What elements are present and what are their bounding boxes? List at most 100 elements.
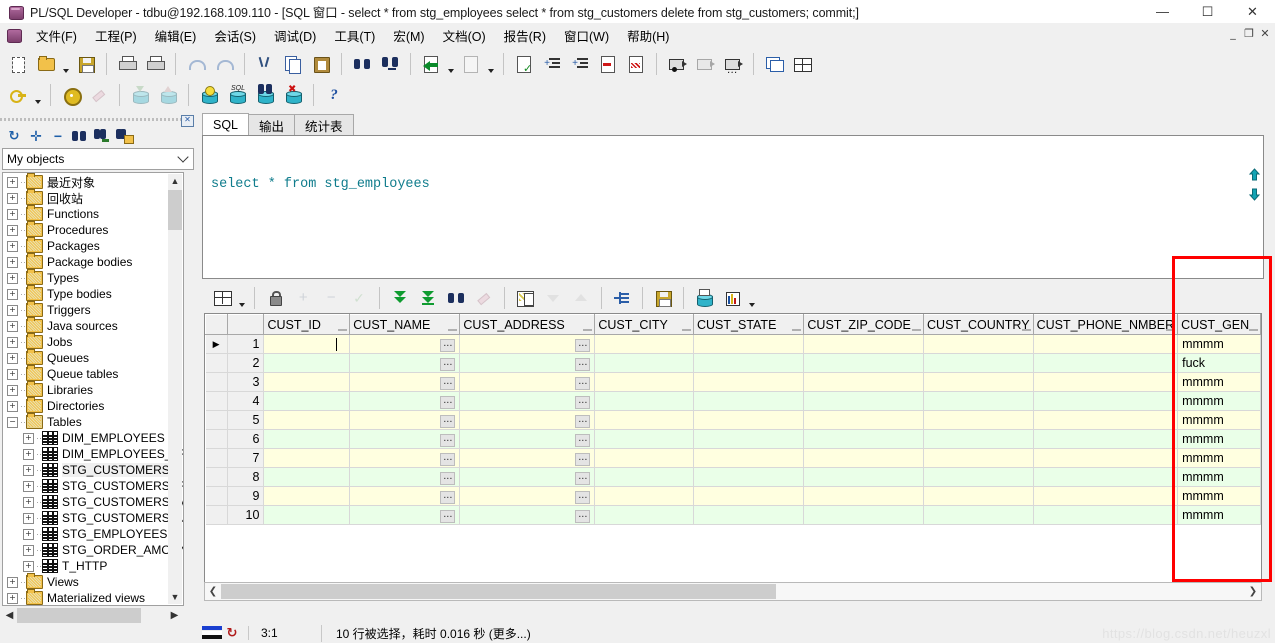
find-in-grid-icon[interactable] — [442, 285, 470, 311]
expand-node-icon[interactable]: + — [7, 256, 18, 268]
cell-cust_zip_code[interactable] — [803, 410, 925, 430]
login-icon[interactable] — [4, 82, 32, 108]
expand-node-icon[interactable]: + — [7, 592, 18, 604]
cell-cust_state[interactable] — [693, 429, 805, 449]
expand-all-icon[interactable]: ✛ — [25, 126, 47, 146]
post-changes-icon[interactable]: ✓ — [345, 285, 373, 311]
tree-vertical-scrollbar[interactable]: ▲ ▼ — [168, 174, 182, 604]
cell-cust_city[interactable] — [594, 486, 694, 506]
fetch-next-page-icon[interactable] — [386, 285, 414, 311]
cell-cust_phone_nmber[interactable] — [1033, 391, 1179, 411]
cell-cust_gen[interactable]: mmmm — [1177, 372, 1261, 392]
cell-cust_city[interactable] — [594, 410, 694, 430]
cell-cust_id[interactable] — [263, 334, 351, 354]
expand-node-icon[interactable]: + — [23, 560, 34, 572]
cell-cust_gen[interactable]: mmmm — [1177, 391, 1261, 411]
cell-cust_zip_code[interactable] — [803, 391, 925, 411]
undo-icon[interactable] — [182, 51, 210, 77]
scroll-right-icon[interactable]: ▶ — [167, 608, 182, 623]
table-row[interactable]: 7...... mmmm — [205, 448, 1261, 468]
cell-cust_country[interactable] — [923, 448, 1034, 468]
cell-cust_gen[interactable]: mmmm — [1177, 467, 1261, 487]
expand-node-icon[interactable]: + — [7, 400, 18, 412]
redo-icon[interactable] — [210, 51, 238, 77]
tree-item-java-sources[interactable]: + ·· Java sources — [3, 317, 167, 334]
column-resize-handle[interactable] — [448, 327, 458, 331]
cell-cust_name[interactable]: ... — [349, 353, 461, 373]
tree-item-triggers[interactable]: + ·· Triggers — [3, 301, 167, 318]
cell-cust_address[interactable]: ... — [459, 410, 596, 430]
cell-cust_state[interactable] — [693, 486, 805, 506]
cell-cust_city[interactable] — [594, 391, 694, 411]
column-resize-handle[interactable] — [1166, 327, 1176, 331]
scroll-track[interactable] — [17, 607, 167, 623]
print-icon[interactable] — [113, 51, 141, 77]
expand-node-icon[interactable]: + — [7, 224, 18, 236]
export-icon[interactable] — [154, 82, 182, 108]
scroll-thumb[interactable] — [221, 584, 776, 599]
cell-cust_id[interactable] — [263, 448, 351, 468]
cell-cust_name[interactable]: ... — [349, 486, 461, 506]
cell-cust_country[interactable] — [923, 467, 1034, 487]
table-row[interactable]: 3...... mmmm — [205, 372, 1261, 392]
cell-cust_phone_nmber[interactable] — [1033, 372, 1179, 392]
cell-cust_zip_code[interactable] — [803, 505, 925, 525]
mdi-close-button[interactable]: ✕ — [1257, 24, 1273, 42]
menu-item-documents[interactable]: 文档(O) — [434, 23, 495, 48]
table-row[interactable]: 4...... mmmm — [205, 391, 1261, 411]
menu-item-reports[interactable]: 报告(R) — [495, 23, 555, 48]
expand-node-icon[interactable]: + — [7, 336, 18, 348]
cell-cust_country[interactable] — [923, 334, 1034, 354]
delete-record-icon[interactable]: − — [317, 285, 345, 311]
find-object-icon[interactable] — [69, 126, 91, 146]
tile-windows-icon[interactable] — [788, 51, 816, 77]
lock-record-icon[interactable] — [261, 285, 289, 311]
cell-cust_id[interactable] — [263, 505, 351, 525]
column-header-cust_country[interactable]: CUST_COUNTRY — [923, 314, 1034, 335]
cell-cust_address[interactable]: ... — [459, 372, 596, 392]
cell-cust_phone_nmber[interactable] — [1033, 448, 1179, 468]
row-indicator[interactable] — [205, 448, 228, 468]
tree-item-types[interactable]: + ·· Types — [3, 269, 167, 286]
grid-horizontal-scrollbar[interactable]: ❮ ❯ — [204, 582, 1262, 601]
table-row[interactable]: 5...... mmmm — [205, 410, 1261, 430]
close-button[interactable]: ✕ — [1230, 0, 1275, 23]
cell-ellipsis-button[interactable]: ... — [440, 470, 456, 485]
panel-drag-grip[interactable]: ✕ — [0, 115, 196, 127]
open-dropdown-icon[interactable] — [60, 47, 72, 81]
scroll-up-icon[interactable]: ▲ — [168, 174, 182, 188]
explain-plan-icon[interactable] — [195, 82, 223, 108]
cell-cust_phone_nmber[interactable] — [1033, 505, 1179, 525]
table-row[interactable]: 2...... fuck — [205, 353, 1261, 373]
tree-item-[interactable]: + ·· 最近对象 — [3, 173, 167, 190]
menu-item-project[interactable]: 工程(P) — [86, 23, 146, 48]
scroll-right-icon[interactable]: ❯ — [1245, 584, 1261, 599]
cell-cust_phone_nmber[interactable] — [1033, 429, 1179, 449]
cell-cust_address[interactable]: ... — [459, 334, 596, 354]
window-list-icon[interactable] — [760, 51, 788, 77]
sort-descending-icon[interactable] — [539, 285, 567, 311]
column-header-cust_address[interactable]: CUST_ADDRESS — [459, 314, 596, 335]
cell-cust_zip_code[interactable] — [803, 467, 925, 487]
tree-item-stg-customers-fe[interactable]: + ·· STG_CUSTOMERS_FE — [3, 478, 183, 494]
cell-ellipsis-button[interactable]: ... — [575, 508, 591, 523]
cell-cust_name[interactable]: ... — [349, 448, 461, 468]
scroll-track[interactable] — [221, 584, 1245, 599]
cell-ellipsis-button[interactable]: ... — [440, 489, 456, 504]
find-icon[interactable] — [348, 51, 376, 77]
menu-item-macro[interactable]: 宏(M) — [384, 23, 433, 48]
tree-item-views[interactable]: + ·· Views — [3, 573, 167, 590]
column-header-cust_state[interactable]: CUST_STATE — [692, 314, 805, 335]
tree-item-queue-tables[interactable]: + ·· Queue tables — [3, 365, 167, 382]
cell-cust_country[interactable] — [923, 410, 1034, 430]
menu-item-file[interactable]: 文件(F) — [27, 23, 86, 48]
row-indicator[interactable] — [205, 353, 228, 373]
cell-cust_state[interactable] — [693, 353, 805, 373]
scroll-thumb[interactable] — [168, 190, 182, 230]
outdent-icon[interactable]: + — [566, 51, 594, 77]
cell-cust_city[interactable] — [594, 353, 694, 373]
folder-filter-icon[interactable] — [113, 126, 135, 146]
tree-horizontal-scrollbar[interactable]: ◀ ▶ — [2, 607, 182, 623]
import-icon[interactable] — [126, 82, 154, 108]
menu-item-debug[interactable]: 调试(D) — [265, 23, 325, 48]
